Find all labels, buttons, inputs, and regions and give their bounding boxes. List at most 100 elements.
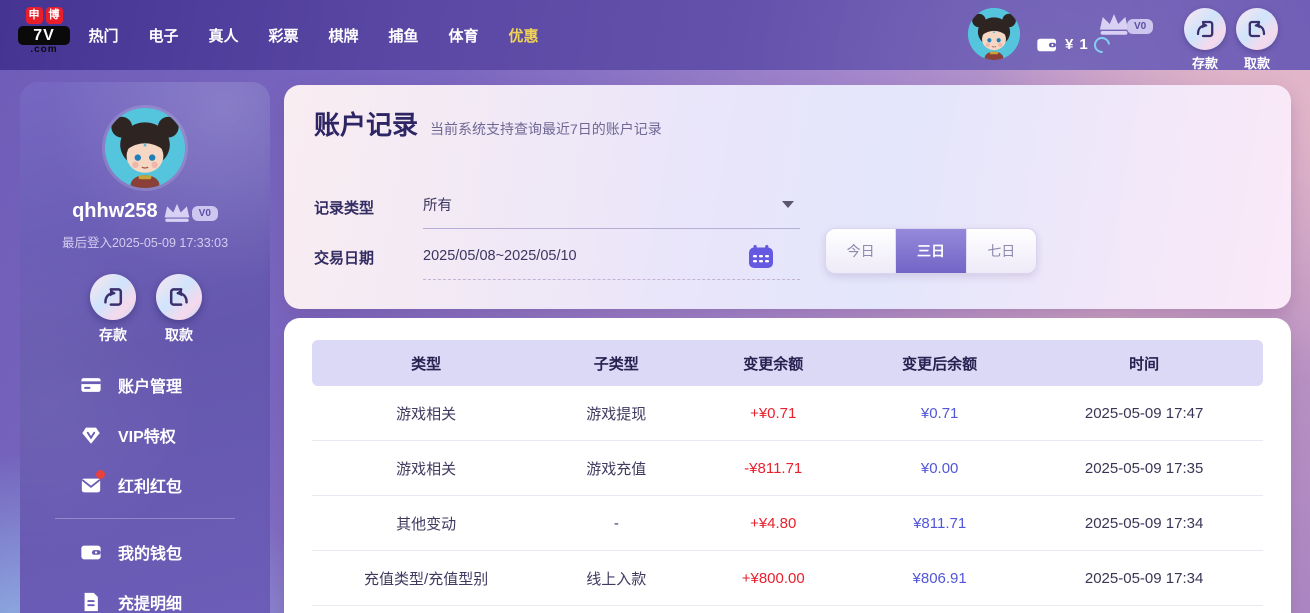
balance-amount: 1 [1079,36,1088,53]
sidebar-item-deposit-withdraw-details[interactable]: 充提明细 [20,577,270,613]
cell-subtype: - [613,514,619,532]
withdraw-button[interactable]: 取款 [1229,8,1285,72]
cell-balance-after: ¥0.71 [920,404,959,422]
record-type-label: 记录类型 [314,200,375,217]
page-title-row: 账户记录 当前系统支持查询最近7日的账户记录 [314,105,662,142]
balance-display: ¥ 1 [1037,33,1113,56]
deposit-label: 存款 [1191,56,1218,71]
transaction-date-label: 交易日期 [314,250,375,267]
logo-badge-2: 博 [45,7,63,24]
nav-item-slots[interactable]: 电子 [148,25,179,46]
site-logo[interactable]: 申 博 7V .com [18,7,70,55]
range-button-today[interactable]: 今日 [826,229,895,273]
menu-label: 红利红包 [118,479,183,496]
deposit-button[interactable]: 存款 [1177,8,1233,72]
table-header-row: 类型 子类型 变更余额 变更后余额 时间 [312,340,1263,386]
logo-name: 7V [18,26,70,45]
withdraw-icon [169,288,188,306]
page-subtitle: 当前系统支持查询最近7日的账户记录 [430,121,662,137]
menu-divider [55,518,235,519]
profile-avatar[interactable] [105,108,185,188]
wallet-icon [1037,37,1059,53]
cell-balance-change: +¥0.71 [750,404,797,422]
record-type-select[interactable]: 所有 [423,181,800,229]
nav-item-promos[interactable]: 优惠 [508,25,539,46]
date-range-input[interactable]: 2025/05/08~2025/05/10 [423,233,800,280]
page-title: 账户记录 [314,110,419,140]
cell-type: 游戏相关 [396,405,457,423]
range-button-three-days[interactable]: 三日 [895,229,966,273]
col-header-subtype: 子类型 [593,355,639,373]
sidebar-withdraw-button[interactable]: 取款 [144,274,214,345]
crown-icon [164,203,190,222]
last-login-text: 最后登入2025-05-09 17:33:03 [61,236,229,250]
cell-subtype: 游戏提现 [586,405,647,423]
record-type-value: 所有 [423,198,452,214]
avatar-illustration [105,108,185,188]
logo-tld: .com [30,44,58,55]
nav-item-lottery[interactable]: 彩票 [268,25,299,46]
nav-item-live[interactable]: 真人 [208,25,239,46]
cell-balance-after: ¥0.00 [920,459,959,477]
vip-level[interactable]: V0 [1097,12,1154,36]
username: qhhw258 [72,200,158,222]
withdraw-icon [1248,20,1266,38]
crown-icon [1099,14,1129,35]
top-navbar: 申 博 7V .com 热门 电子 真人 彩票 棋牌 捕鱼 体育 优惠 ¥ 1 … [0,0,1310,72]
cell-time: 2025-05-09 17:34 [1084,514,1204,532]
deposit-label: 存款 [99,327,127,343]
balance-currency: ¥ [1065,36,1074,53]
sidebar-item-my-wallet[interactable]: 我的钱包 [20,527,270,577]
withdraw-label: 取款 [165,327,193,343]
range-button-seven-days[interactable]: 七日 [965,229,1036,273]
profile-summary: qhhw258 V0 [20,200,270,223]
cell-time: 2025-05-09 17:34 [1084,569,1204,587]
cell-balance-change: +¥800.00 [741,569,805,587]
statement-document-icon [80,591,102,613]
red-packet-icon [80,470,105,496]
date-range-quick-buttons: 今日 三日 七日 [825,228,1037,274]
col-header-time: 时间 [1129,355,1160,373]
cell-subtype: 游戏充值 [586,460,647,478]
chevron-down-icon [782,201,794,208]
sidebar-menu: 账户管理 VIP特权 红利红包 我的钱包 充提明细 [20,360,270,613]
table-row: 游戏相关 游戏提现 +¥0.71 ¥0.71 2025-05-09 17:47 [312,386,1263,441]
cell-balance-after: ¥806.91 [912,569,967,587]
cell-type: 其他变动 [396,515,457,533]
cell-time: 2025-05-09 17:47 [1084,404,1204,422]
cell-subtype: 线上入款 [586,570,647,588]
nav-item-sports[interactable]: 体育 [448,25,479,46]
bank-card-icon [80,374,102,396]
cell-balance-change: -¥811.71 [744,459,803,477]
sidebar-item-account-management[interactable]: 账户管理 [20,360,270,410]
user-avatar[interactable] [968,8,1020,60]
table-row: 游戏相关 游戏充值 -¥811.71 ¥0.00 2025-05-09 17:3… [312,441,1263,496]
calendar-icon[interactable] [748,244,774,269]
sidebar: qhhw258 V0 最后登入2025-05-09 17:33:03 存款 取款 [20,82,270,613]
cell-time: 2025-05-09 17:35 [1084,459,1204,477]
avatar-illustration [968,8,1020,60]
deposit-icon [104,288,123,306]
col-header-balance-after: 变更后余额 [902,355,978,373]
table-row: 其他变动 - +¥4.80 ¥811.71 2025-05-09 17:34 [312,496,1263,551]
vip-badge: V0 [191,206,218,221]
records-table-card: 类型 子类型 变更余额 变更后余额 时间 游戏相关 游戏提现 +¥0.71 ¥0… [284,318,1291,613]
cell-type: 游戏相关 [396,460,457,478]
cell-type: 充值类型/充值型别 [364,570,489,588]
nav-item-hot[interactable]: 热门 [88,25,119,46]
sidebar-item-vip-privileges[interactable]: VIP特权 [20,410,270,460]
sidebar-deposit-button[interactable]: 存款 [78,274,148,345]
main-nav: 热门 电子 真人 彩票 棋牌 捕鱼 体育 优惠 [88,0,539,70]
cell-balance-after: ¥811.71 [913,514,967,532]
nav-item-cards[interactable]: 棋牌 [328,25,359,46]
nav-item-fishing[interactable]: 捕鱼 [388,25,419,46]
menu-label: VIP特权 [118,429,176,446]
sidebar-item-bonus-redpacket[interactable]: 红利红包 [20,460,270,510]
menu-label: 充提明细 [118,596,183,613]
vip-badge: V0 [1127,19,1154,34]
date-range-value: 2025/05/08~2025/05/10 [423,248,577,264]
notification-dot [96,470,105,479]
wallet-icon [80,541,102,563]
refresh-balance-icon[interactable] [1090,33,1113,56]
logo-badge-1: 申 [25,7,43,24]
